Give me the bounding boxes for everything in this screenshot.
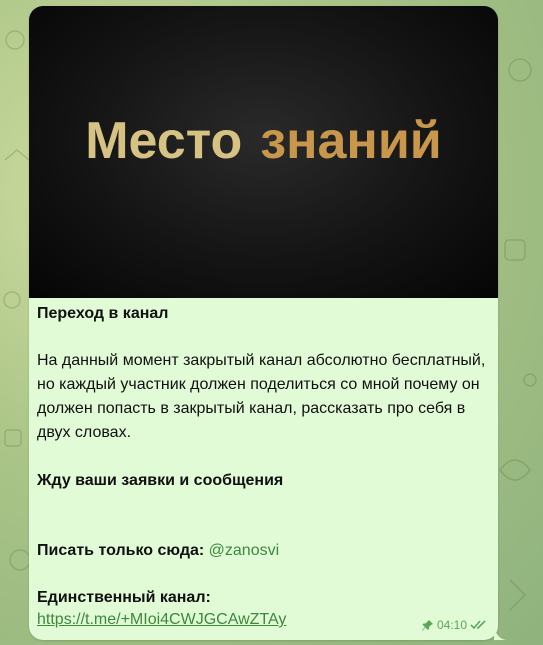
message-bubble[interactable]: Место знаний Переход в канал На данный мо… [29,6,498,640]
message-title: Переход в канал [37,305,169,322]
banner-word-2: знаний [260,112,442,170]
channel-link[interactable]: https://t.me/+MIoi4CWJGCAwZTAy [37,611,286,628]
banner-title: Место знаний [29,111,498,171]
channel-label: Единственный канал: [37,589,211,606]
contact-handle-link[interactable]: @zanosvi [209,542,280,559]
banner-word-1: Место [85,112,243,170]
waiting-text: Жду ваши заявки и сообщения [37,472,284,489]
double-check-icon [470,620,486,630]
bubble-tail [494,624,506,640]
message-time: 04:10 [436,618,467,632]
channel-banner-image[interactable]: Место знаний [29,6,498,298]
message-meta: 04:10 [421,618,488,632]
contact-label: Писать только сюда: [37,542,205,559]
contact-line: Писать только сюда: @zanosvi [37,539,492,563]
pin-icon [421,620,433,631]
message-paragraph: На данный момент закрытый канал абсолютн… [37,352,486,441]
